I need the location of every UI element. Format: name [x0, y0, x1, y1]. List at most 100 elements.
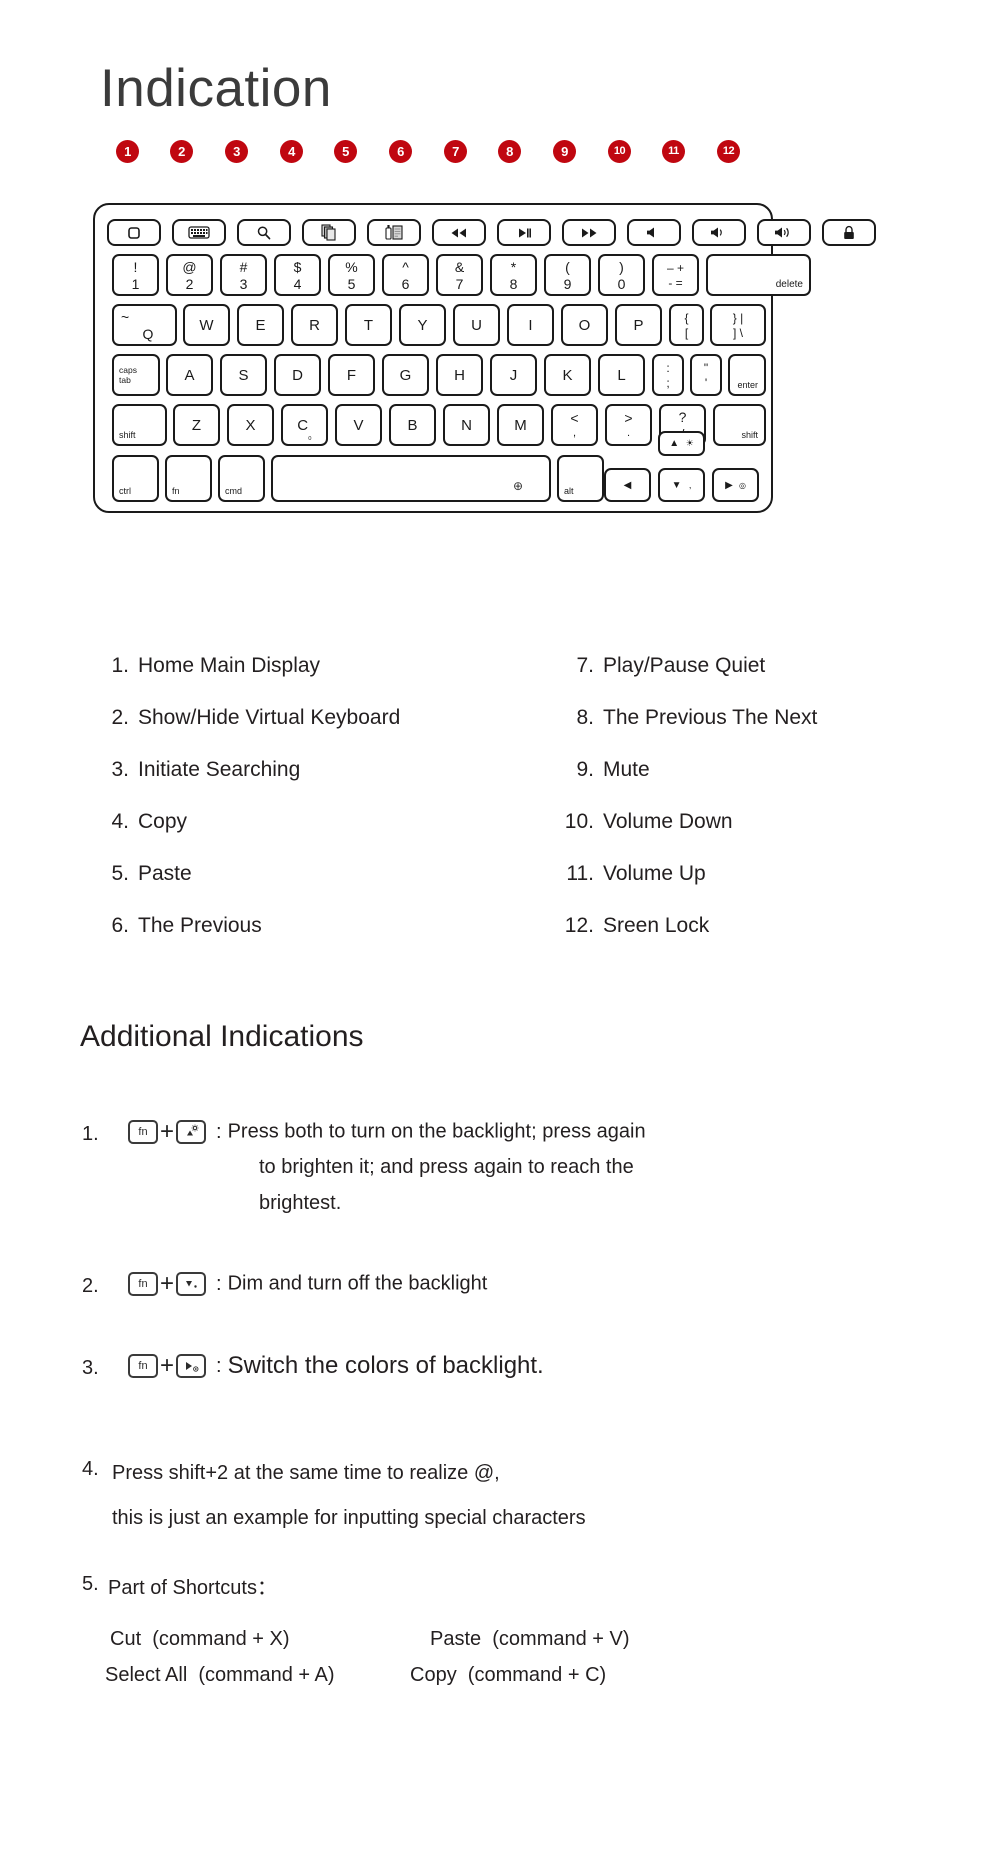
key-arrow-down[interactable]: ▼ , [658, 468, 705, 502]
key-j[interactable]: J [490, 354, 537, 396]
key-bracket-left[interactable]: { [ [669, 304, 704, 346]
key-u[interactable]: U [453, 304, 500, 346]
key-k[interactable]: K [544, 354, 591, 396]
key-t-label: T [363, 316, 374, 334]
minikey-brightness-down[interactable] [176, 1272, 207, 1296]
key-virtual-keyboard[interactable] [172, 219, 226, 246]
key-arrow-left[interactable]: ◀ [604, 468, 651, 502]
minikey-fn-1[interactable]: fn [128, 1120, 158, 1144]
key-5[interactable]: % 5 [328, 254, 375, 296]
colon-2: : [216, 1272, 222, 1295]
key-minus-equals[interactable]: – + - = [652, 254, 699, 296]
key-m[interactable]: M [497, 404, 544, 446]
key-volume-down[interactable] [692, 219, 746, 246]
key-h[interactable]: H [436, 354, 483, 396]
key-4[interactable]: $ 4 [274, 254, 321, 296]
key-enter[interactable]: enter [728, 354, 766, 396]
key-9[interactable]: ( 9 [544, 254, 591, 296]
colon-1: : [216, 1120, 222, 1143]
key-period[interactable]: > . [605, 404, 652, 446]
key-semicolon[interactable]: : ; [652, 354, 684, 396]
key-play-pause[interactable] [497, 219, 551, 246]
key-quote[interactable]: " ' [690, 354, 722, 396]
key-g[interactable]: G [382, 354, 429, 396]
minikey-brightness-up[interactable] [176, 1120, 207, 1144]
key-1[interactable]: ! 1 [112, 254, 159, 296]
key-arrow-up[interactable]: ▲ ☀ [658, 431, 705, 456]
key-v[interactable]: V [335, 404, 382, 446]
key-3[interactable]: # 3 [220, 254, 267, 296]
key-9-top: ( [565, 258, 570, 275]
list-item: 5. Paste [95, 863, 515, 915]
key-i[interactable]: I [507, 304, 554, 346]
key-n-label: N [461, 416, 472, 434]
key-shift-left[interactable]: shift [112, 404, 167, 446]
key-e[interactable]: E [237, 304, 284, 346]
key-x[interactable]: X [227, 404, 274, 446]
key-shift-right[interactable]: shift [713, 404, 766, 446]
key-a[interactable]: A [166, 354, 213, 396]
badge-9: 9 [553, 140, 576, 163]
key-copy[interactable] [302, 219, 356, 246]
key-alt[interactable]: alt [557, 455, 604, 502]
key-8[interactable]: * 8 [490, 254, 537, 296]
brightness-up-icon [187, 1124, 199, 1136]
key-ctrl[interactable]: ctrl [112, 455, 159, 502]
key-6[interactable]: ^ 6 [382, 254, 429, 296]
key-l[interactable]: L [598, 354, 645, 396]
badge-1: 1 [116, 140, 139, 163]
key-fn[interactable]: fn [165, 455, 212, 502]
key-o[interactable]: O [561, 304, 608, 346]
key-z[interactable]: Z [173, 404, 220, 446]
list-item-number: 3. [111, 758, 129, 781]
key-minus-top: – + [666, 260, 684, 275]
additional-item-4-line2: this is just an example for inputting sp… [112, 1507, 586, 1529]
key-d[interactable]: D [274, 354, 321, 396]
key-space[interactable]: ⊕ [271, 455, 551, 502]
key-p[interactable]: P [615, 304, 662, 346]
key-r[interactable]: R [291, 304, 338, 346]
key-mute[interactable] [627, 219, 681, 246]
key-6-top: ^ [402, 258, 409, 275]
key-0[interactable]: ) 0 [598, 254, 645, 296]
key-search[interactable] [237, 219, 291, 246]
badge-5: 5 [334, 140, 357, 163]
list-item: 12. Sreen Lock [560, 915, 980, 967]
key-comma[interactable]: < , [551, 404, 598, 446]
indication-page: Indication 1 2 3 4 5 6 7 8 9 10 11 12 ! … [0, 0, 1000, 1849]
key-t[interactable]: T [345, 304, 392, 346]
key-caps-tab[interactable]: caps tab [112, 354, 160, 396]
key-bracket-right-backslash[interactable]: } | ] \ [710, 304, 766, 346]
key-y[interactable]: Y [399, 304, 446, 346]
minikey-fn-2[interactable]: fn [128, 1272, 158, 1296]
key-semicolon-label: ; [666, 375, 670, 390]
key-w-label: W [199, 316, 214, 334]
list-item-number: 1. [111, 654, 129, 677]
key-tilde-q[interactable]: ~ Q [112, 304, 177, 346]
key-7[interactable]: & 7 [436, 254, 483, 296]
volume-down-icon [711, 227, 722, 238]
key-delete[interactable]: delete [706, 254, 811, 296]
key-home-main-display[interactable] [107, 219, 161, 246]
key-alt-label: alt [564, 486, 574, 496]
key-s[interactable]: S [220, 354, 267, 396]
minikey-color-switch[interactable] [176, 1354, 207, 1378]
minikey-fn-3[interactable]: fn [128, 1354, 158, 1378]
key-volume-up[interactable] [757, 219, 811, 246]
key-f[interactable]: F [328, 354, 375, 396]
key-2[interactable]: @ 2 [166, 254, 213, 296]
key-screen-lock[interactable] [822, 219, 876, 246]
key-5-top: % [345, 258, 358, 275]
key-n[interactable]: N [443, 404, 490, 446]
key-s-label: S [238, 366, 249, 384]
key-b[interactable]: B [389, 404, 436, 446]
key-3-top: # [239, 258, 248, 275]
plus-sign-3: + [160, 1352, 175, 1379]
key-next[interactable] [562, 219, 616, 246]
key-cmd[interactable]: cmd [218, 455, 265, 502]
key-c[interactable]: C₀ [281, 404, 328, 446]
key-previous[interactable] [432, 219, 486, 246]
key-w[interactable]: W [183, 304, 230, 346]
key-arrow-right[interactable]: ▶ ◎ [712, 468, 759, 502]
key-paste[interactable] [367, 219, 421, 246]
